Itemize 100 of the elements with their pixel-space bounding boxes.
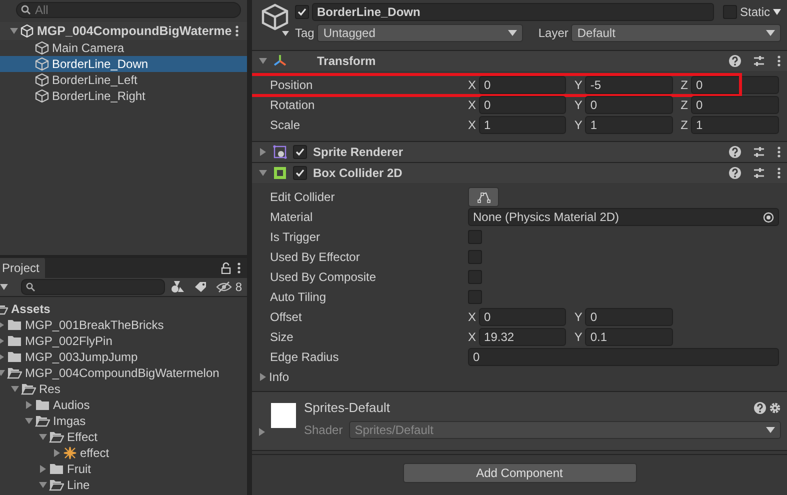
lock-icon[interactable] <box>221 262 231 274</box>
cube-icon <box>35 89 49 103</box>
sliders-icon[interactable] <box>753 55 765 67</box>
help-icon[interactable] <box>729 146 741 158</box>
checkbox[interactable] <box>468 230 482 244</box>
tag-dropdown[interactable]: Untagged <box>317 24 524 42</box>
layer-dropdown[interactable]: Default <box>571 24 781 42</box>
polygon-edit-icon <box>476 191 490 203</box>
eye-slash-icon <box>216 281 232 293</box>
more-options-icon[interactable] <box>777 55 781 67</box>
component-header[interactable]: Sprite Renderer <box>252 141 787 162</box>
static-dropdown[interactable]: Static <box>740 3 781 21</box>
object-field[interactable]: None (Physics Material 2D) <box>468 208 779 226</box>
property-label: Scale <box>269 117 302 134</box>
object-picker-icon[interactable] <box>763 212 774 222</box>
checkbox[interactable] <box>468 290 482 304</box>
number-field[interactable]: 1 <box>479 116 566 134</box>
axis-label: X <box>468 97 476 114</box>
project-item[interactable]: MGP_003JumpJump <box>0 349 247 365</box>
add-component-button[interactable]: Add Component <box>402 463 636 483</box>
panel-tab[interactable]: Project <box>0 258 46 279</box>
more-options-icon[interactable] <box>235 25 239 37</box>
search-field[interactable] <box>20 279 166 295</box>
number-field[interactable]: 1 <box>691 116 779 134</box>
project-item[interactable]: effect <box>0 445 247 461</box>
number-field[interactable]: 0 <box>585 96 673 114</box>
project-item[interactable]: Effect <box>0 429 247 445</box>
property-label: Is Trigger <box>269 229 322 246</box>
number-field[interactable]: 0.1 <box>585 328 673 346</box>
info-foldout[interactable]: Info <box>257 368 468 386</box>
cube-icon <box>35 41 49 55</box>
search-icon <box>26 282 35 292</box>
more-options-icon[interactable] <box>777 167 781 179</box>
component-header[interactable]: Transform <box>252 50 787 71</box>
sliders-icon[interactable] <box>753 146 765 158</box>
checkbox[interactable] <box>293 166 307 180</box>
number-field[interactable]: 0 <box>479 308 566 326</box>
cube-icon <box>261 3 289 31</box>
more-options-icon[interactable] <box>237 262 241 274</box>
collapsed-arrow-icon[interactable] <box>25 401 33 409</box>
checkbox[interactable] <box>468 250 482 264</box>
project-item[interactable]: Imgas <box>0 413 247 429</box>
checkbox[interactable] <box>295 5 309 19</box>
axis-label: Z <box>680 117 688 134</box>
number-field[interactable]: 0 <box>468 348 779 366</box>
collapsed-arrow-icon[interactable] <box>258 428 266 436</box>
collapsed-arrow-icon[interactable] <box>259 148 267 156</box>
number-field[interactable]: 0 <box>691 96 779 114</box>
project-item[interactable]: Line <box>0 477 247 493</box>
more-options-icon[interactable] <box>777 146 781 158</box>
square-icon <box>273 166 287 180</box>
expanded-arrow-icon[interactable] <box>259 169 267 177</box>
axis-label: Y <box>574 97 582 114</box>
hierarchy-item[interactable]: BorderLine_Down <box>0 56 247 72</box>
hierarchy-item[interactable]: BorderLine_Left <box>0 72 247 88</box>
folder-icon <box>7 335 22 347</box>
gear-icon[interactable] <box>769 402 781 414</box>
project-item[interactable]: MGP_001BreakTheBricks <box>0 317 247 333</box>
axis-label: Y <box>574 329 582 346</box>
number-field[interactable]: -5 <box>585 76 673 94</box>
help-icon[interactable] <box>754 402 766 414</box>
project-item[interactable]: Fruit <box>0 461 247 477</box>
component-header[interactable]: Box Collider 2D <box>252 162 787 183</box>
hierarchy-item[interactable]: Main Camera <box>0 40 247 56</box>
checkmark-icon <box>295 168 305 178</box>
dropdown-caret-icon[interactable] <box>282 31 289 36</box>
hierarchy-item[interactable]: BorderLine_Right <box>0 88 247 104</box>
help-icon[interactable] <box>729 167 741 179</box>
project-item[interactable]: Res <box>0 381 247 397</box>
axis-label: Z <box>680 97 688 114</box>
expanded-arrow-icon[interactable] <box>259 57 267 65</box>
expanded-arrow-icon[interactable] <box>10 27 18 35</box>
object-name-field[interactable]: BorderLine_Down <box>312 3 714 21</box>
project-item[interactable]: Audios <box>0 397 247 413</box>
number-field[interactable]: 0 <box>479 76 566 94</box>
project-item[interactable]: MGP_004CompoundBigWatermelon <box>0 365 247 381</box>
dropdown-caret-icon <box>773 9 781 15</box>
checkbox[interactable] <box>293 145 307 159</box>
edit-collider-button[interactable] <box>468 187 499 207</box>
help-icon[interactable] <box>729 55 741 67</box>
number-field[interactable]: 1 <box>585 116 673 134</box>
project-item[interactable]: Assets <box>0 301 247 317</box>
number-field[interactable]: 19.32 <box>479 328 566 346</box>
sliders-icon[interactable] <box>753 167 765 179</box>
number-field[interactable]: 0 <box>479 96 566 114</box>
property-label: Material <box>269 209 314 226</box>
number-field[interactable]: 0 <box>691 76 779 94</box>
search-field[interactable]: All <box>16 2 241 18</box>
dropdown-caret-icon[interactable] <box>0 284 8 290</box>
number-field[interactable]: 0 <box>585 308 673 326</box>
checkmark-icon <box>297 7 307 17</box>
checkbox[interactable] <box>468 270 482 284</box>
project-item[interactable]: MGP_002FlyPin <box>0 333 247 349</box>
expanded-arrow-icon[interactable] <box>39 481 47 489</box>
hidden-packages-button[interactable]: 8 <box>213 277 245 297</box>
axis-label: X <box>468 77 476 94</box>
shader-label: Shader <box>304 422 343 438</box>
collapsed-arrow-icon[interactable] <box>259 373 267 381</box>
dropdown-caret-icon <box>766 426 775 432</box>
checkbox[interactable] <box>722 5 737 19</box>
